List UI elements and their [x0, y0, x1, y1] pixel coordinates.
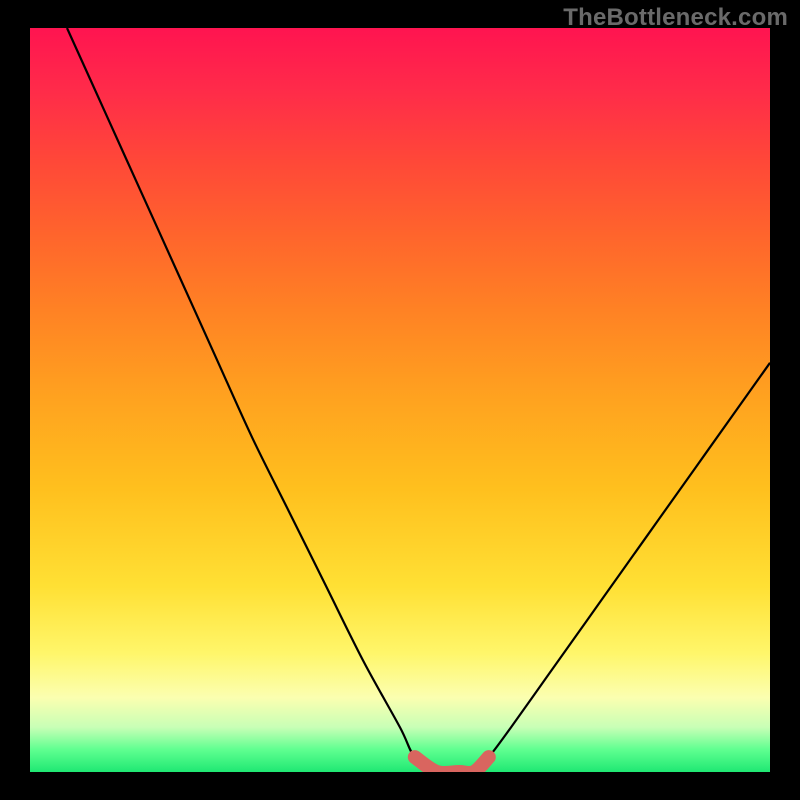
curve-line — [67, 28, 770, 772]
chart-svg — [30, 28, 770, 772]
watermark-text: TheBottleneck.com — [563, 4, 788, 32]
chart-frame: TheBottleneck.com — [0, 0, 800, 800]
highlight-segment — [415, 757, 489, 772]
